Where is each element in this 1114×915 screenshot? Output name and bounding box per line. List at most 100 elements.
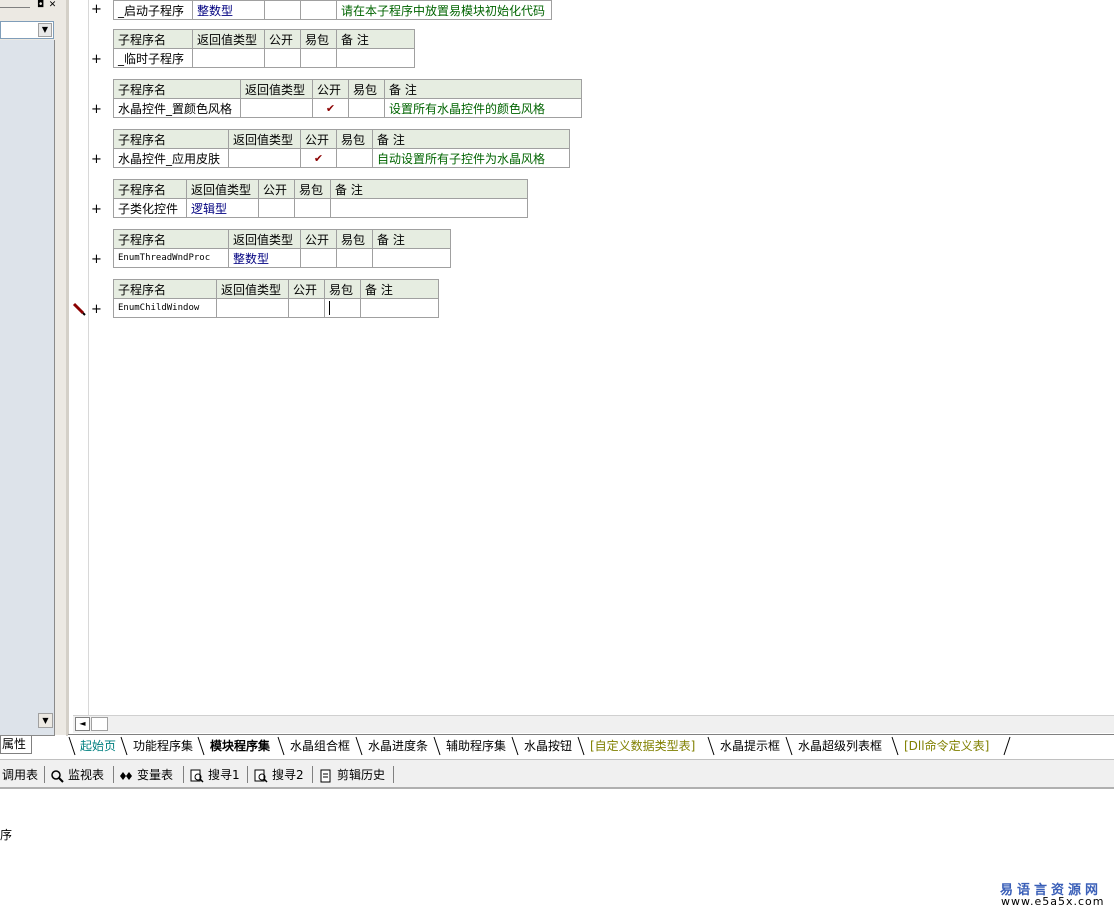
chevron-down-icon[interactable]: ▼: [38, 23, 52, 37]
procedure-name-cell[interactable]: 子类化控件: [113, 198, 187, 218]
header-public: 公开: [300, 229, 337, 249]
header-easypack: 易包: [336, 129, 373, 149]
clip-history-label: 剪辑历史: [337, 768, 386, 782]
procedure-name-cell[interactable]: _临时子程序: [113, 48, 193, 68]
return-type-cell[interactable]: [216, 298, 289, 318]
return-type-cell[interactable]: 整数型: [228, 248, 301, 268]
public-cell[interactable]: [288, 298, 325, 318]
restore-icon[interactable]: ◘: [36, 1, 45, 10]
easypack-cell[interactable]: [300, 48, 337, 68]
toolbar-divider: [113, 766, 114, 783]
close-icon[interactable]: ✕: [48, 1, 57, 10]
procedure-name-cell[interactable]: 水晶控件_应用皮肤: [113, 148, 229, 168]
check-icon[interactable]: ✔: [312, 98, 349, 118]
return-type-cell[interactable]: [228, 148, 301, 168]
expand-icon[interactable]: +: [91, 3, 102, 17]
clipboard-history-icon: [320, 769, 331, 782]
header-name: 子程序名: [113, 279, 217, 299]
variable-table-button[interactable]: 变量表: [119, 766, 173, 784]
header-name: 子程序名: [113, 229, 229, 249]
procedure-row: 水晶控件_置颜色风格 ✔ 设置所有水晶控件的颜色风格: [113, 98, 582, 118]
procedure-table: 子程序名 返回值类型 公开 易包 备 注 子类化控件 逻辑型: [113, 179, 528, 218]
search2-button[interactable]: 搜寻2: [254, 766, 304, 784]
procedure-table: 子程序名 返回值类型 公开 易包 备 注 水晶控件_应用皮肤 ✔ 自动设置所有子…: [113, 129, 570, 168]
remark-cell[interactable]: [372, 248, 451, 268]
public-cell[interactable]: [300, 248, 337, 268]
tab-separators: [68, 736, 1011, 756]
remark-cell[interactable]: 设置所有水晶控件的颜色风格: [384, 98, 582, 118]
public-cell[interactable]: [264, 0, 301, 20]
procedure-row: 水晶控件_应用皮肤 ✔ 自动设置所有子控件为水晶风格: [113, 148, 570, 168]
editor-gutter: [69, 0, 89, 718]
return-type-cell[interactable]: [240, 98, 313, 118]
left-panel: ◘ ✕ ▼ ▼ 属性: [0, 0, 68, 754]
procedure-header-row: 子程序名 返回值类型 公开 易包 备 注: [113, 79, 582, 99]
easypack-cell[interactable]: [348, 98, 385, 118]
procedure-header-row: 子程序名 返回值类型 公开 易包 备 注: [113, 29, 415, 49]
header-public: 公开: [258, 179, 295, 199]
expand-icon[interactable]: +: [91, 103, 102, 117]
procedure-name-cell[interactable]: _启动子程序: [113, 0, 193, 20]
remark-cell[interactable]: [336, 48, 415, 68]
horizontal-scrollbar[interactable]: ◄: [73, 715, 1114, 733]
easypack-cell[interactable]: [336, 248, 373, 268]
header-easypack: 易包: [336, 229, 373, 249]
header-remark: 备 注: [372, 229, 451, 249]
remark-cell[interactable]: [360, 298, 439, 318]
procedure-name-cell[interactable]: 水晶控件_置颜色风格: [113, 98, 241, 118]
search1-button[interactable]: 搜寻1: [190, 766, 240, 784]
toolbar-divider: [44, 766, 45, 783]
header-name: 子程序名: [113, 29, 193, 49]
remark-cell[interactable]: 请在本子程序中放置易模块初始化代码: [336, 0, 552, 20]
easypack-cell[interactable]: [324, 298, 361, 318]
header-return-type: 返回值类型: [216, 279, 289, 299]
expand-icon[interactable]: +: [91, 303, 102, 317]
document-tabs: 起始页 功能程序集 模块程序集 水晶组合框 水晶进度条 辅助程序集 水晶按钮 […: [68, 734, 1114, 757]
panel-tree[interactable]: [0, 40, 55, 736]
remark-cell[interactable]: 自动设置所有子控件为水晶风格: [372, 148, 570, 168]
panel-combobox[interactable]: ▼: [0, 21, 54, 39]
expand-icon[interactable]: +: [91, 203, 102, 217]
call-table-button[interactable]: 调用表: [2, 766, 38, 784]
search1-label: 搜寻1: [208, 768, 240, 782]
clip-history-button[interactable]: 剪辑历史: [319, 766, 385, 784]
public-cell[interactable]: [264, 48, 301, 68]
output-panel[interactable]: 序: [0, 790, 1114, 915]
public-cell[interactable]: [258, 198, 295, 218]
easypack-cell[interactable]: [336, 148, 373, 168]
remark-cell[interactable]: [330, 198, 528, 218]
watermark-url: www.e5a5x.com: [1001, 895, 1105, 908]
header-easypack: 易包: [294, 179, 331, 199]
scrollbar-thumb[interactable]: [91, 717, 108, 731]
panel-titlebar: ◘ ✕: [0, 0, 62, 15]
return-type-cell[interactable]: 整数型: [192, 0, 265, 20]
search1-icon: [190, 769, 204, 783]
watch-table-label: 监视表: [68, 768, 105, 782]
scroll-down-icon[interactable]: ▼: [38, 713, 53, 728]
easypack-cell[interactable]: [294, 198, 331, 218]
output-text: 序: [0, 828, 13, 842]
return-type-cell[interactable]: 逻辑型: [186, 198, 259, 218]
header-return-type: 返回值类型: [192, 29, 265, 49]
easypack-cell[interactable]: [300, 0, 337, 20]
header-return-type: 返回值类型: [228, 129, 301, 149]
variable-table-label: 变量表: [137, 768, 174, 782]
header-public: 公开: [300, 129, 337, 149]
check-icon[interactable]: ✔: [300, 148, 337, 168]
return-type-cell[interactable]: [192, 48, 265, 68]
watch-table-button[interactable]: 监视表: [50, 766, 104, 784]
procedure-row: _启动子程序 整数型 请在本子程序中放置易模块初始化代码: [113, 0, 552, 20]
expand-icon[interactable]: +: [91, 53, 102, 67]
procedure-table: 子程序名 返回值类型 公开 易包 备 注 _临时子程序: [113, 29, 415, 68]
scroll-left-icon[interactable]: ◄: [75, 717, 90, 731]
header-easypack: 易包: [300, 29, 337, 49]
magnifier-icon: [51, 769, 64, 783]
procedure-name-cell[interactable]: EnumThreadWndProc: [113, 248, 229, 268]
expand-icon[interactable]: +: [91, 153, 102, 167]
procedure-table: 子程序名 返回值类型 公开 易包 备 注 水晶控件_置颜色风格 ✔ 设置所有水晶…: [113, 79, 582, 118]
toolbar-divider: [393, 766, 394, 783]
properties-tab[interactable]: 属性: [0, 736, 32, 754]
header-name: 子程序名: [113, 79, 241, 99]
procedure-name-cell[interactable]: EnumChildWindow: [113, 298, 217, 318]
expand-icon[interactable]: +: [91, 253, 102, 267]
